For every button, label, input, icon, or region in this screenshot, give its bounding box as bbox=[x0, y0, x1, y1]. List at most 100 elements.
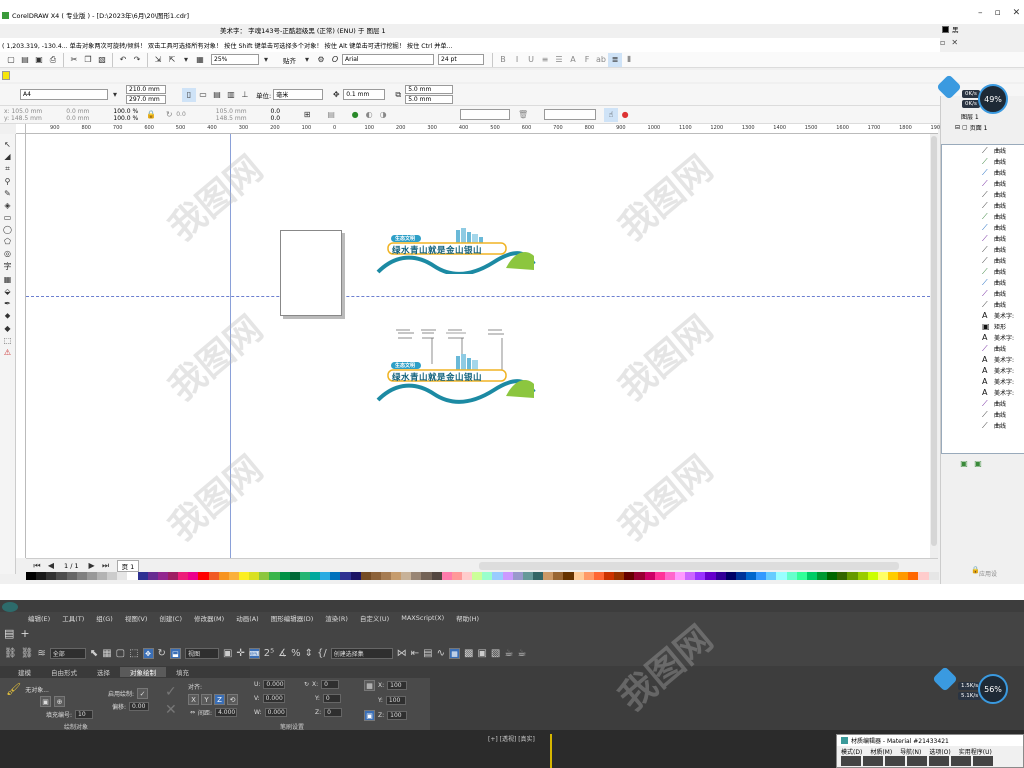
material-menu-item[interactable]: 选项(O) bbox=[929, 747, 950, 756]
palette-swatch[interactable] bbox=[178, 572, 189, 580]
tree-item[interactable]: ⟋ 曲线 bbox=[942, 288, 1024, 299]
curve-editor-icon[interactable]: ∿ bbox=[437, 648, 445, 659]
new-master-layer-icon[interactable]: ▣ bbox=[971, 456, 985, 470]
palette-swatch[interactable] bbox=[228, 572, 239, 580]
flip-icon[interactable]: ⟲ bbox=[227, 694, 238, 705]
import-icon[interactable]: ⇲ bbox=[151, 53, 165, 67]
render-frame-icon[interactable]: ▧ bbox=[491, 648, 500, 659]
palette-swatch[interactable] bbox=[462, 572, 473, 580]
max-menu-item[interactable]: 帮助(H) bbox=[456, 613, 479, 623]
palette-swatch[interactable] bbox=[745, 572, 757, 580]
tree-item[interactable]: ⟋ 曲线 bbox=[942, 189, 1024, 200]
palette-swatch[interactable] bbox=[867, 572, 878, 580]
palette-swatch[interactable] bbox=[664, 572, 675, 580]
lock-ratio-icon[interactable]: 🔒 bbox=[144, 108, 158, 122]
palette-swatch[interactable] bbox=[259, 572, 270, 580]
font-size-field[interactable]: 24 pt bbox=[438, 54, 484, 65]
max-menu-item[interactable]: 渲染(R) bbox=[325, 613, 348, 623]
palette-swatch[interactable] bbox=[380, 572, 392, 580]
vertical-text-icon[interactable]: ⦀ bbox=[622, 53, 636, 67]
ruler-origin[interactable] bbox=[16, 124, 26, 134]
palette-swatch[interactable] bbox=[482, 572, 493, 580]
tree-item[interactable]: ⟋ 曲线 bbox=[942, 178, 1024, 189]
render-icon[interactable]: ☕ bbox=[504, 648, 513, 659]
drawing-canvas[interactable]: 生态文明 绿水青山就是金山银山 生态文明 绿水青山就是金山银山 bbox=[26, 134, 930, 558]
ref-coord-select[interactable]: 视图 bbox=[184, 648, 219, 659]
z-rot-field[interactable]: 0 bbox=[324, 708, 343, 717]
axis-x-button[interactable]: X bbox=[188, 694, 199, 705]
align-tool-icon[interactable]: ⇤ bbox=[411, 648, 419, 659]
palette-swatch[interactable] bbox=[796, 572, 807, 580]
current-page-icon[interactable]: ▥ bbox=[224, 88, 238, 102]
palette-swatch[interactable] bbox=[695, 572, 706, 580]
align-icon[interactable]: ≡ bbox=[538, 53, 552, 67]
palette-swatch[interactable] bbox=[249, 572, 260, 580]
outline-select[interactable] bbox=[544, 109, 597, 120]
eyedropper-icon[interactable]: ✒ bbox=[4, 299, 11, 308]
add-icon[interactable]: + bbox=[20, 627, 29, 640]
skew-y[interactable]: 0.0 bbox=[271, 115, 281, 122]
font-name-field[interactable]: Arial bbox=[342, 54, 434, 65]
color-icon[interactable]: ● bbox=[618, 108, 632, 122]
scale-icon[interactable]: ⬓ bbox=[169, 648, 181, 659]
axis-z-button[interactable]: Z bbox=[214, 694, 225, 705]
horizontal-ruler[interactable]: 900 800 700 600 500 400 300 200 100 0 100 200 300 400… bbox=[26, 124, 943, 134]
palette-swatch[interactable] bbox=[766, 572, 777, 580]
interactive-fill-icon[interactable]: ⬚ bbox=[4, 336, 12, 345]
page-size-field[interactable]: A4 bbox=[20, 89, 108, 100]
copy-icon[interactable]: ❐ bbox=[81, 53, 95, 67]
bold-icon[interactable]: B bbox=[496, 53, 510, 67]
palette-swatch[interactable] bbox=[279, 572, 290, 580]
portrait-icon[interactable]: ▯ bbox=[182, 87, 196, 102]
palette-swatch[interactable] bbox=[451, 572, 463, 580]
tree-item[interactable]: ⟋ 曲线 bbox=[942, 167, 1024, 178]
palette-swatch[interactable] bbox=[786, 572, 797, 580]
tree-item[interactable]: ⟋ 曲线 bbox=[942, 156, 1024, 167]
max-menu-item[interactable]: 修改器(M) bbox=[194, 613, 224, 623]
ellipse-tool-icon[interactable]: ◯ bbox=[3, 225, 12, 234]
max-menu-item[interactable]: 视图(V) bbox=[125, 613, 148, 623]
palette-swatch[interactable] bbox=[543, 572, 554, 580]
mirror-icon[interactable]: ⋈ bbox=[397, 648, 407, 659]
ribbon-tab[interactable]: 填充 bbox=[166, 667, 199, 677]
paint-check-icon[interactable]: ✓ bbox=[165, 684, 177, 700]
object-tree[interactable]: ⟋ 曲线 ⟋ 曲线 ⟋ 曲线 ⟋ 曲线 ⟋ 曲线 ⟋ 曲线 ⟋ 曲线 ⟋ 曲线 ⟋ 曲线 ⟋ 曲线 ⟋ 曲线 ⟋ 曲线 ⟋ 曲线 ⟋… bbox=[941, 144, 1024, 454]
max-menu-item[interactable]: 工具(T) bbox=[62, 613, 84, 623]
shape-tool-icon[interactable]: ◢ bbox=[4, 152, 10, 161]
new-icon[interactable]: ▢ bbox=[4, 53, 18, 67]
paste-icon[interactable]: ▧ bbox=[95, 53, 109, 67]
objmgr-page-label[interactable]: 页面 1 bbox=[970, 123, 988, 132]
tree-item[interactable]: ⟋ 曲线 bbox=[942, 145, 1024, 156]
tree-item[interactable]: ⟋ 曲线 bbox=[942, 398, 1024, 409]
tree-item[interactable]: A 美术字: bbox=[942, 310, 1024, 321]
pivot-icon[interactable]: ▣ bbox=[223, 648, 232, 659]
palette-swatch[interactable] bbox=[350, 572, 361, 580]
weld-icon[interactable]: ◐ bbox=[362, 108, 376, 122]
max-menu-item[interactable]: 动画(A) bbox=[236, 613, 259, 623]
last-page-icon[interactable]: ⏭ bbox=[99, 559, 113, 573]
max-menu-item[interactable]: 创建(C) bbox=[159, 613, 182, 623]
region-select-icon[interactable]: ▢ bbox=[116, 648, 125, 659]
prev-page-icon[interactable]: ◀ bbox=[44, 559, 58, 573]
tree-item[interactable]: ⟋ 曲线 bbox=[942, 299, 1024, 310]
spinner-snap-icon[interactable]: ⇕ bbox=[305, 648, 313, 659]
scale-w[interactable]: 100.0 bbox=[113, 108, 130, 115]
smart-fill-icon[interactable]: ◈ bbox=[4, 201, 10, 210]
snap-dropdown-icon[interactable]: ▾ bbox=[300, 53, 314, 67]
color-palette[interactable] bbox=[26, 572, 939, 582]
palette-swatch[interactable] bbox=[827, 572, 838, 580]
palette-swatch[interactable] bbox=[76, 572, 87, 580]
warning-icon[interactable]: ⚠ bbox=[4, 348, 11, 357]
rotate-angle[interactable]: 0.0 bbox=[176, 111, 186, 118]
palette-swatch[interactable] bbox=[411, 572, 422, 580]
document-page[interactable] bbox=[280, 230, 342, 316]
palette-swatch[interactable] bbox=[685, 572, 696, 580]
combine-icon[interactable]: ● bbox=[348, 108, 362, 122]
scale-lock-icon[interactable]: ▦ bbox=[364, 680, 375, 691]
paint-cancel-icon[interactable]: ✕ bbox=[165, 702, 177, 718]
keyboard-shortcut-icon[interactable]: ⌨ bbox=[248, 648, 260, 659]
material-menu-item[interactable]: 导航(N) bbox=[900, 747, 921, 756]
material-slot[interactable] bbox=[951, 756, 971, 766]
tree-item[interactable]: ⟋ 曲线 bbox=[942, 200, 1024, 211]
palette-swatch[interactable] bbox=[857, 572, 868, 580]
